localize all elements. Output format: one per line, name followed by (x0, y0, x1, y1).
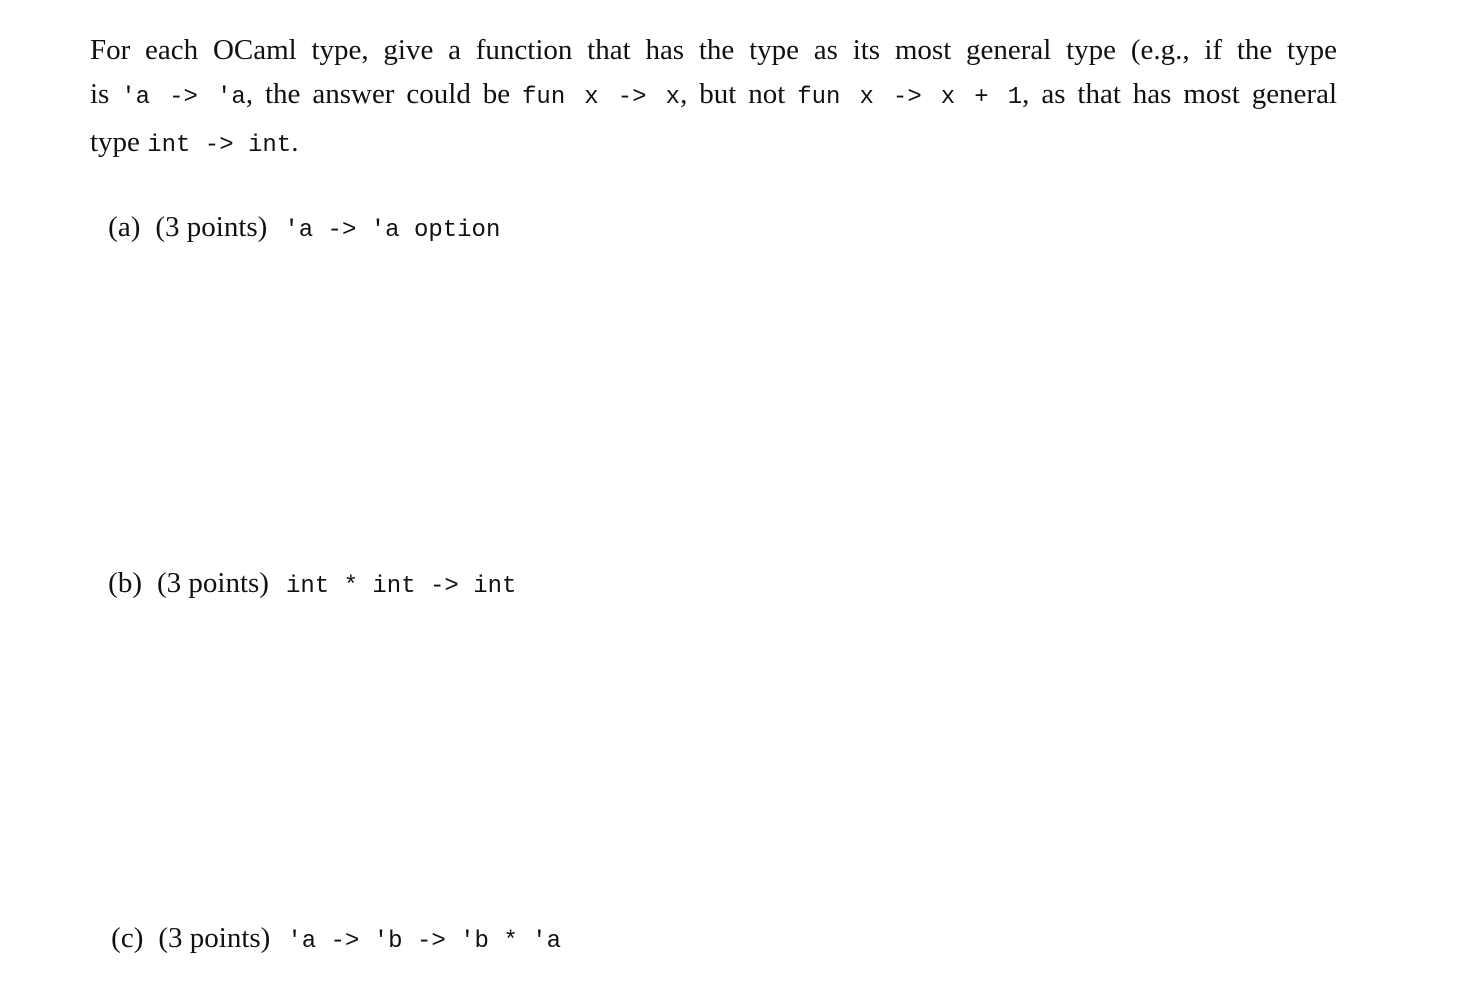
question-label: (a) (108, 211, 141, 243)
instructions-line-1: For each OCaml type, give a function tha… (90, 28, 1337, 72)
question-c: (c) (3 points) 'a -> 'b -> 'b * 'a (101, 872, 561, 964)
question-label: (c) (111, 922, 144, 954)
instructions-text: , but not (680, 78, 798, 110)
question-type-signature: 'a -> 'a option (284, 217, 501, 244)
instructions-text: , as that has most general (1022, 78, 1338, 110)
code-example-bad-type: int -> int (147, 132, 292, 159)
instructions-line-2: is 'a -> 'a, the answer could be fun x -… (90, 72, 1337, 120)
question-b: (b) (3 points) int * int -> int (98, 517, 516, 609)
code-example-good: fun x -> x (522, 84, 681, 111)
question-points: (3 points) (157, 567, 269, 599)
question-a: (a) (3 points) 'a -> 'a option (98, 161, 500, 253)
code-example-type: 'a -> 'a (121, 84, 246, 111)
instructions-paragraph: For each OCaml type, give a function tha… (90, 28, 1340, 168)
question-points: (3 points) (155, 211, 268, 243)
code-example-bad: fun x -> x + 1 (797, 84, 1023, 111)
instructions-text: For each OCaml type, give a function tha… (90, 34, 1337, 66)
instructions-text: , the answer could be (245, 78, 523, 110)
question-type-signature: int * int -> int (285, 573, 517, 600)
question-type-signature: 'a -> 'b -> 'b * 'a (287, 928, 561, 955)
instructions-text: is (90, 78, 122, 110)
question-label: (b) (108, 567, 142, 599)
instructions-text: . (291, 126, 299, 158)
question-points: (3 points) (158, 922, 271, 954)
instructions-text: type (90, 126, 148, 158)
